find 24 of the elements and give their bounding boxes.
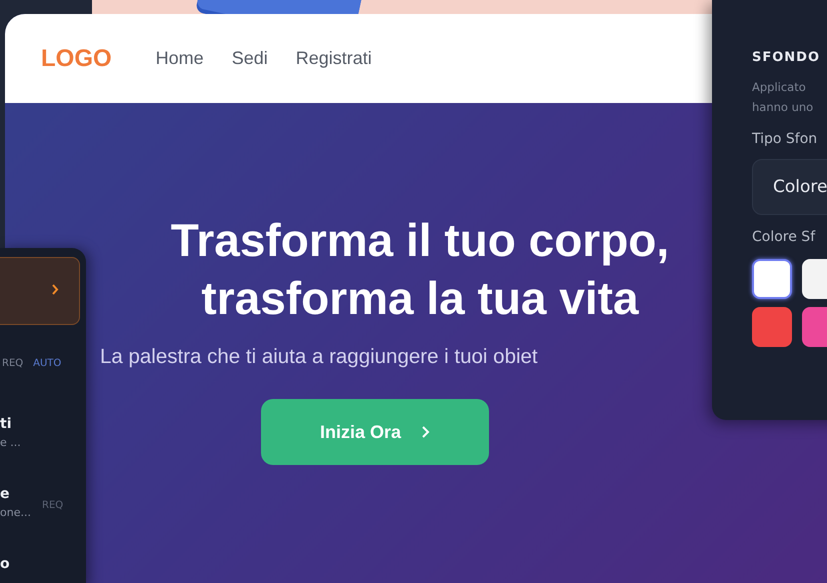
item-title: e (0, 486, 10, 502)
field-label: Colore Sf (752, 229, 816, 245)
hero-title: Trasforma il tuo corpo, (170, 213, 670, 268)
item-title: ti (0, 416, 12, 432)
tag-label: REQ (42, 500, 64, 511)
item-subtitle: e ... (0, 436, 22, 449)
color-swatch[interactable] (752, 259, 792, 299)
hero-title: trasforma la tua vita (201, 271, 639, 326)
item-subtitle: one... (0, 506, 32, 519)
type-dropdown[interactable]: Colore (752, 159, 827, 215)
tag-label: REQ (2, 358, 24, 369)
nav-link[interactable]: Home (156, 48, 204, 69)
color-swatch[interactable] (752, 307, 792, 347)
chevron-icon (52, 284, 59, 295)
chevron-icon (421, 425, 430, 439)
section-title: SFONDO (752, 50, 822, 65)
nav-link[interactable]: Sedi (232, 48, 268, 69)
tag-label: AUTO (33, 358, 62, 369)
nav-link[interactable]: Registrati (296, 48, 372, 69)
item-title: o (0, 556, 11, 572)
hero-subtitle: La palestra che ti aiuta a raggiungere i tuoi obiet (100, 345, 538, 369)
description-text: Applicato (752, 79, 807, 96)
description-text: hanno uno (752, 99, 814, 116)
field-label: Tipo Sfon (752, 131, 818, 147)
